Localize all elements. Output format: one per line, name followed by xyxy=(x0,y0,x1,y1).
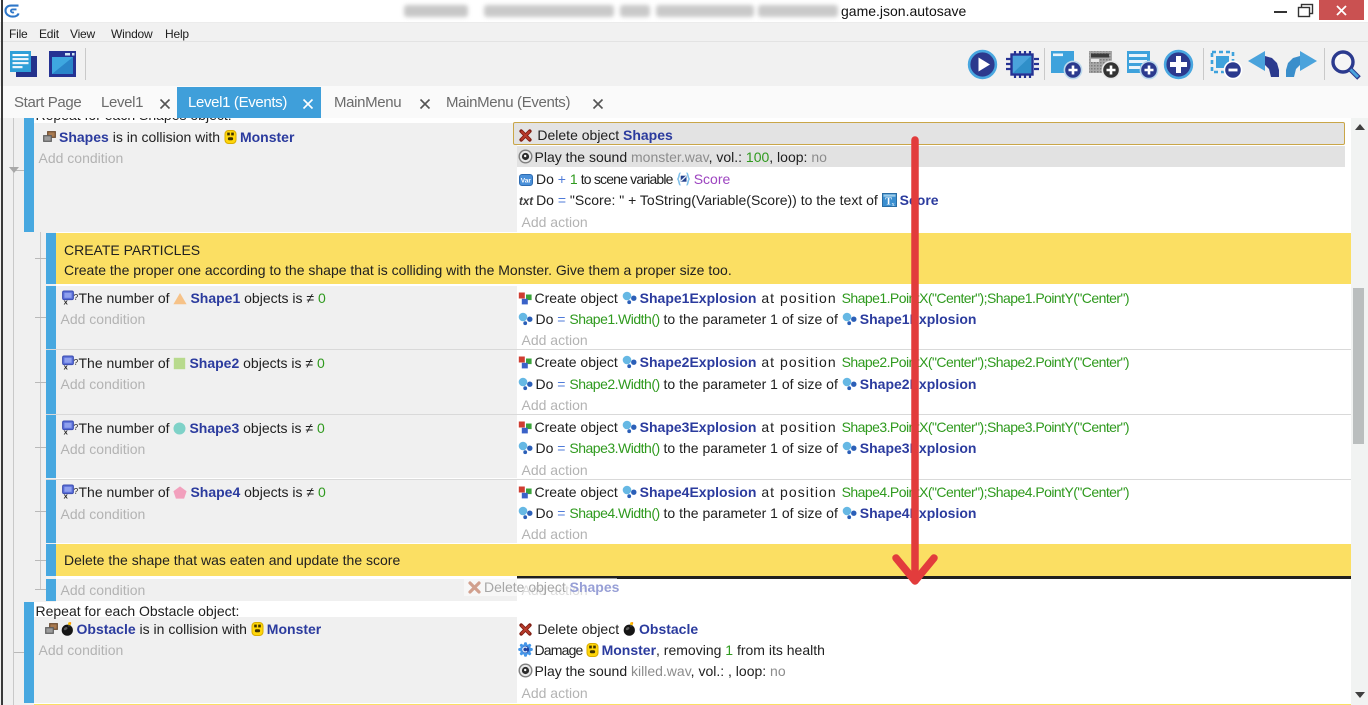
svg-text:?: ? xyxy=(73,292,78,302)
svg-text:?: ? xyxy=(73,422,78,432)
svg-text:?: ? xyxy=(73,357,78,367)
svg-text:?: ? xyxy=(73,486,78,496)
svg-text:Var: Var xyxy=(521,177,532,184)
